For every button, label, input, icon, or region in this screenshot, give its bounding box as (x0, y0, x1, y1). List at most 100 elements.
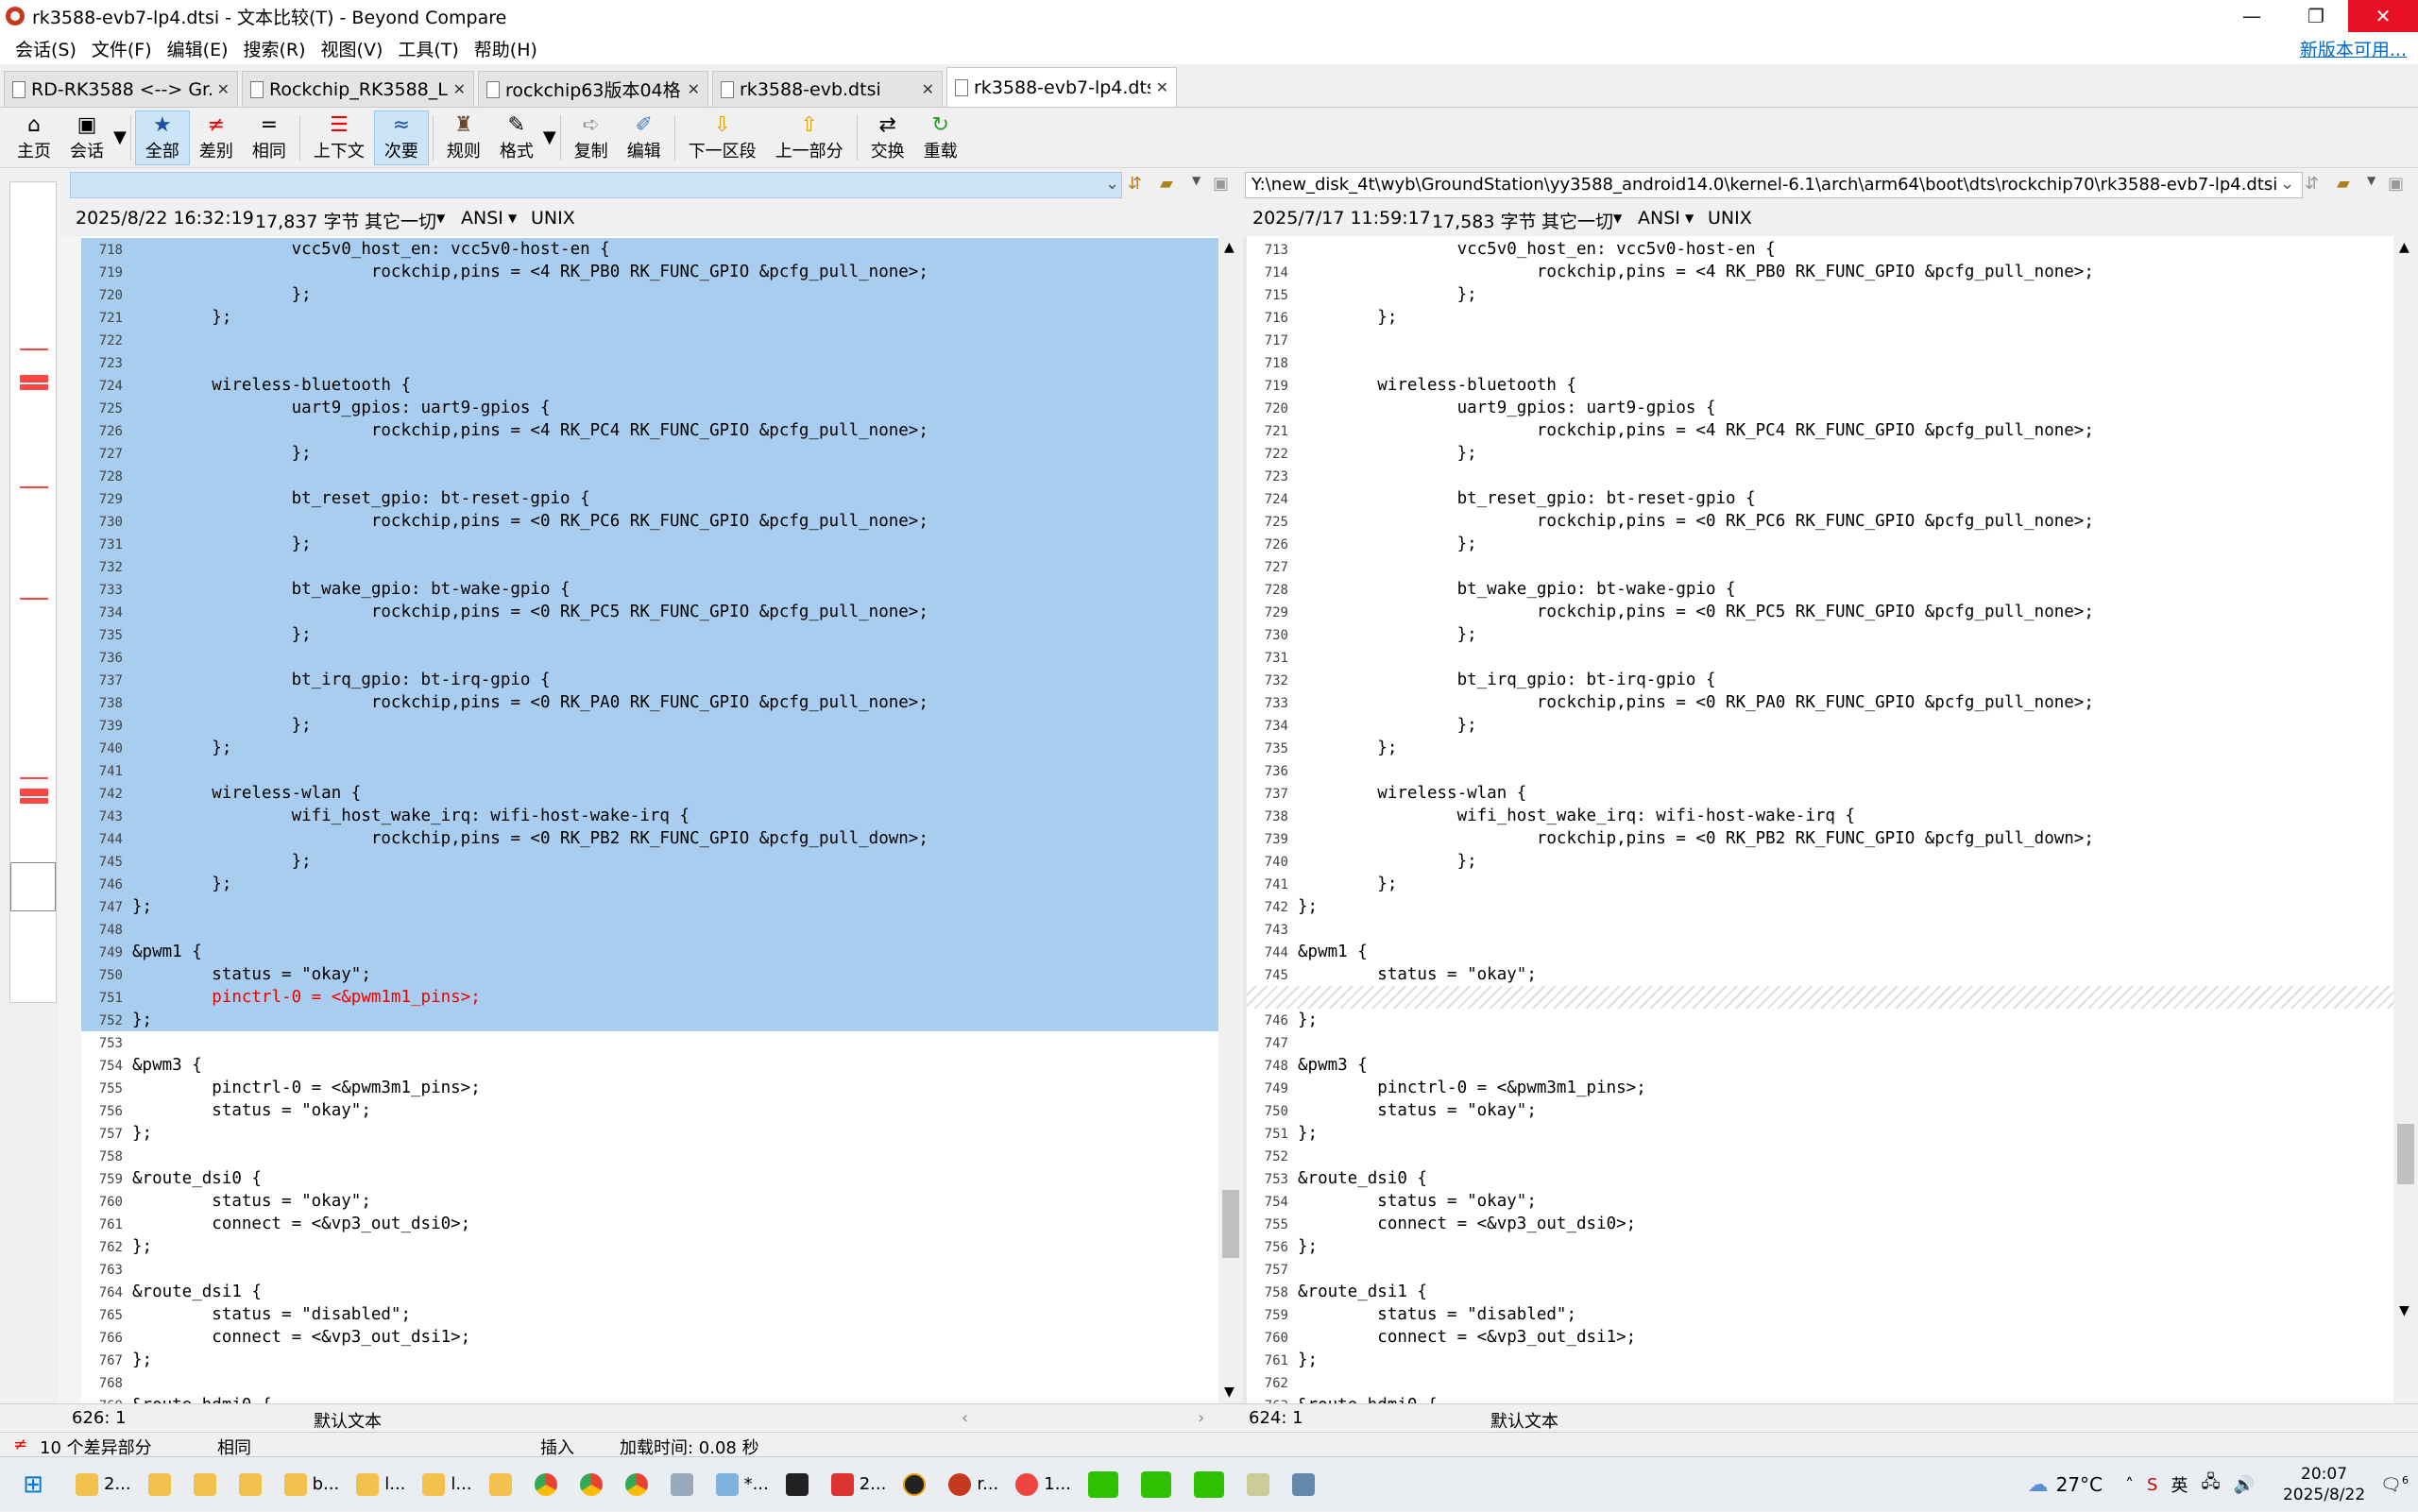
taskbar-wechat-3[interactable] (1186, 1462, 1237, 1507)
scroll-up-icon[interactable]: ▲ (1224, 240, 1235, 255)
code-line[interactable]: 762}; (81, 1235, 1218, 1258)
edit-button[interactable]: ✐ 编辑 (618, 110, 671, 165)
format-button[interactable]: ✎ 格式 (490, 110, 543, 165)
left-path-dropdown-icon[interactable]: ⌄ (1105, 174, 1119, 194)
code-line[interactable]: 768 (81, 1371, 1218, 1394)
code-line[interactable]: 726 rockchip,pins = <4 RK_PC4 RK_FUNC_GP… (81, 419, 1218, 442)
code-line[interactable]: 718 (1247, 351, 2393, 374)
code-line[interactable]: 734 rockchip,pins = <0 RK_PC5 RK_FUNC_GP… (81, 601, 1218, 623)
close-button[interactable]: ✕ (2348, 0, 2418, 32)
notification-icon[interactable]: 🗨6 (2380, 1474, 2409, 1495)
code-line[interactable]: 745 status = "okay"; (1247, 963, 2393, 986)
code-line[interactable]: 723 (1247, 465, 2393, 487)
code-line[interactable]: 740 }; (1247, 850, 2393, 873)
start-button[interactable]: ⊞ (0, 1462, 66, 1507)
code-line[interactable]: 730 rockchip,pins = <0 RK_PC6 RK_FUNC_GP… (81, 510, 1218, 533)
code-line[interactable]: 746}; (1247, 1009, 2393, 1031)
all-button[interactable]: ★ 全部 (134, 110, 190, 165)
right-save-icon[interactable]: ▣ (2388, 174, 2404, 194)
taskbar-beyond-compare[interactable]: r... (941, 1462, 1006, 1507)
code-line[interactable]: 751}; (1247, 1122, 2393, 1145)
menu-help[interactable]: 帮助(H) (467, 36, 545, 61)
code-line[interactable]: 735 }; (1247, 737, 2393, 759)
context-button[interactable]: ☰ 上下文 (304, 110, 374, 165)
taskbar-explorer-4[interactable] (231, 1462, 275, 1507)
code-line[interactable]: 747}; (81, 895, 1218, 918)
left-other-dropdown[interactable]: 其它一切 (365, 208, 436, 233)
code-line[interactable]: 744 &pwm1 { (1247, 941, 2393, 963)
right-open-folder-icon[interactable]: ▰ (2337, 174, 2350, 194)
session-dropdown-icon[interactable]: ▼ (113, 127, 127, 147)
rules-button[interactable]: ♜ 规则 (437, 110, 490, 165)
code-line[interactable]: 748 (81, 918, 1218, 941)
code-line[interactable]: 716 }; (1247, 306, 2393, 329)
menu-tools[interactable]: 工具(T) (390, 36, 466, 61)
tab-close-icon[interactable]: ✕ (217, 80, 230, 98)
tab-session-5-active[interactable]: rk3588-evb7-lp4.dtsi ✕ (946, 67, 1177, 107)
code-line[interactable]: 725 uart9_gpios: uart9-gpios { (81, 397, 1218, 419)
code-line[interactable]: 748 &pwm3 { (1247, 1054, 2393, 1077)
tray-expand-icon[interactable]: ˄ (2125, 1475, 2134, 1495)
code-line[interactable]: 742 wireless-wlan { (81, 782, 1218, 805)
left-save-icon[interactable]: ▣ (1213, 174, 1229, 194)
diff-button[interactable]: ≠ 差别 (190, 110, 243, 165)
code-line[interactable]: 718 vcc5v0_host_en: vcc5v0-host-en { (81, 238, 1218, 261)
code-line[interactable]: 739 rockchip,pins = <0 RK_PB2 RK_FUNC_GP… (1247, 827, 2393, 850)
code-line[interactable]: 749 &pwm1 { (81, 941, 1218, 963)
taskbar-app-tools[interactable] (663, 1462, 707, 1507)
code-line[interactable]: 731 (1247, 646, 2393, 669)
taskbar-app-red[interactable]: 1... (1008, 1462, 1079, 1507)
code-line[interactable]: 759 status = "disabled"; (1247, 1303, 2393, 1326)
code-line[interactable]: 752 (1247, 1145, 2393, 1167)
minimize-button[interactable]: — (2220, 0, 2284, 32)
code-line[interactable]: 750 status = "okay"; (81, 963, 1218, 986)
tab-close-icon[interactable]: ✕ (922, 80, 934, 98)
code-line[interactable]: 728 (81, 465, 1218, 487)
code-line[interactable]: 749 pinctrl-0 = <&pwm3m1_pins>; (1247, 1077, 2393, 1099)
minor-button[interactable]: ≈ 次要 (373, 110, 429, 165)
tab-session-4[interactable]: rk3588-evb.dtsi ✕ (712, 71, 943, 107)
left-text-pane[interactable]: 718 vcc5v0_host_en: vcc5v0-host-en {719 … (81, 236, 1218, 1403)
taskbar-notepad[interactable]: *... (708, 1462, 776, 1507)
code-line[interactable]: 728 bt_wake_gpio: bt-wake-gpio { (1247, 578, 2393, 601)
code-line[interactable]: 727 }; (81, 442, 1218, 465)
menu-edit[interactable]: 编辑(E) (160, 36, 236, 61)
volume-icon[interactable]: 🔊 (2234, 1475, 2255, 1495)
left-hscroll-left-icon[interactable]: ‹ (962, 1408, 968, 1428)
code-line[interactable]: 741 (81, 759, 1218, 782)
left-encoding-dropdown[interactable]: ANSI (461, 208, 503, 229)
copy-button[interactable]: ➪ 复制 (565, 110, 618, 165)
code-line[interactable]: 758 &route_dsi1 { (1247, 1281, 2393, 1303)
code-line[interactable]: 761 connect = <&vp3_out_dsi0>; (81, 1213, 1218, 1235)
code-line[interactable]: 753 &route_dsi0 { (1247, 1167, 2393, 1190)
code-line[interactable]: 758 (81, 1145, 1218, 1167)
session-button[interactable]: ▣ 会话 (60, 110, 113, 165)
left-history-icon[interactable]: ⇵ (1128, 174, 1142, 194)
right-scroll-thumb[interactable] (2397, 1124, 2414, 1184)
left-vertical-scrollbar[interactable]: ▲ ▼ (1218, 236, 1243, 1403)
taskbar-chrome-1[interactable] (527, 1462, 570, 1507)
next-section-button[interactable]: ⇩ 下一区段 (679, 110, 766, 165)
code-line[interactable]: 760 connect = <&vp3_out_dsi1>; (1247, 1326, 2393, 1349)
update-available-link[interactable]: 新版本可用... (2300, 36, 2407, 61)
code-line[interactable]: 750 status = "okay"; (1247, 1099, 2393, 1122)
code-line[interactable]: 731 }; (81, 533, 1218, 555)
code-line[interactable]: 763 (81, 1258, 1218, 1281)
code-line[interactable]: 729 rockchip,pins = <0 RK_PC5 RK_FUNC_GP… (1247, 601, 2393, 623)
code-line[interactable]: 713 vcc5v0_host_en: vcc5v0-host-en { (1247, 238, 2393, 261)
taskbar-wechat-1[interactable] (1081, 1462, 1132, 1507)
code-line[interactable]: 725 rockchip,pins = <0 RK_PC6 RK_FUNC_GP… (1247, 510, 2393, 533)
code-line[interactable]: 719 wireless-bluetooth { (1247, 374, 2393, 397)
code-line[interactable]: 721 }; (81, 306, 1218, 329)
taskbar-wechat-2[interactable] (1133, 1462, 1184, 1507)
home-button[interactable]: ⌂ 主页 (8, 110, 60, 165)
code-line[interactable]: 769&route_hdmi0 { (81, 1394, 1218, 1403)
right-text-pane[interactable]: 713 vcc5v0_host_en: vcc5v0-host-en {714 … (1247, 236, 2393, 1403)
right-other-dropdown[interactable]: 其它一切 (1541, 208, 1613, 233)
code-line[interactable]: 764 &route_dsi1 { (81, 1281, 1218, 1303)
code-line[interactable]: 757}; (81, 1122, 1218, 1145)
right-other-dropdown-icon[interactable]: ▼ (1613, 212, 1622, 225)
code-line[interactable]: 719 rockchip,pins = <4 RK_PB0 RK_FUNC_GP… (81, 261, 1218, 283)
left-scroll-thumb[interactable] (1222, 1190, 1239, 1258)
scroll-down-icon[interactable]: ▼ (2399, 1303, 2409, 1318)
